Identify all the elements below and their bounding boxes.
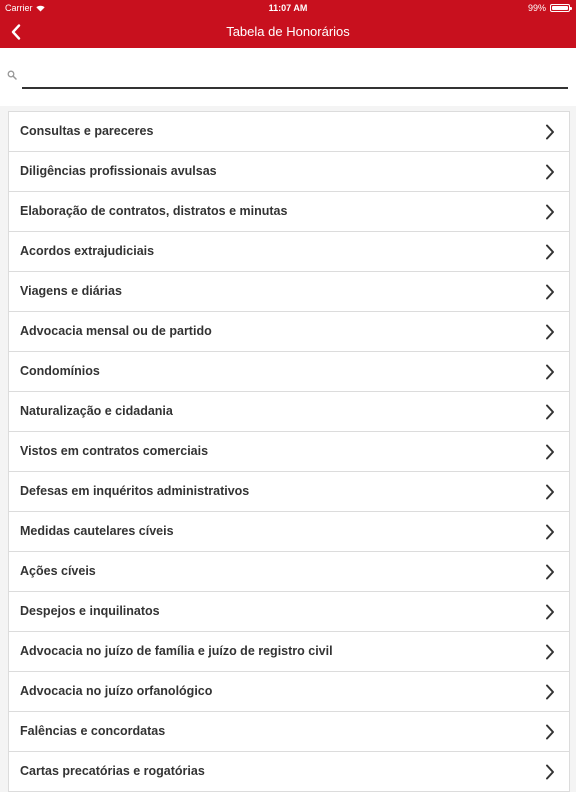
chevron-right-icon [546,204,554,220]
chevron-right-icon [546,524,554,540]
list-item[interactable]: Elaboração de contratos, distratos e min… [9,192,569,232]
list-item[interactable]: Despejos e inquilinatos [9,592,569,632]
chevron-right-icon [546,724,554,740]
list-item-label: Ações cíveis [20,564,96,578]
search-input[interactable] [22,62,568,89]
chevron-right-icon [546,684,554,700]
list-item-label: Medidas cautelares cíveis [20,524,174,538]
chevron-right-icon [546,124,554,140]
list-item-label: Acordos extrajudiciais [20,244,155,258]
list-item[interactable]: Diligências profissionais avulsas [9,152,569,192]
chevron-right-icon [546,444,554,460]
list-item[interactable]: Acordos extrajudiciais [9,232,569,272]
chevron-right-icon [546,604,554,620]
list-item-label: Advocacia no juízo orfanológico [20,684,213,698]
chevron-right-icon [546,564,554,580]
list-item-label: Advocacia mensal ou de partido [20,324,212,338]
list-item[interactable]: Viagens e diárias [9,272,569,312]
list-item[interactable]: Falências e concordatas [9,712,569,752]
list-item-label: Viagens e diárias [20,284,122,298]
chevron-right-icon [546,644,554,660]
list-item[interactable]: Advocacia no juízo orfanológico [9,672,569,712]
list-item[interactable]: Consultas e pareceres [9,112,569,152]
status-bar: Carrier 11:07 AM 99% [0,0,576,16]
search-icon [7,70,17,80]
chevron-right-icon [546,364,554,380]
list-item-label: Defesas em inquéritos administrativos [20,484,250,498]
list-item-label: Naturalização e cidadania [20,404,173,418]
list-item-label: Advocacia no juízo de família e juízo de… [20,644,333,658]
battery-percent: 99% [527,3,546,13]
search-bar [0,48,576,106]
list-item-label: Vistos em contratos comerciais [20,444,209,458]
chevron-right-icon [546,484,554,500]
chevron-right-icon [546,764,554,780]
chevron-right-icon [546,324,554,340]
list-item-label: Despejos e inquilinatos [20,604,160,618]
page-title: Tabela de Honorários [226,24,350,39]
list-item-label: Diligências profissionais avulsas [20,164,217,178]
list-item[interactable]: Vistos em contratos comerciais [9,432,569,472]
list-item[interactable]: Cartas precatórias e rogatórias [9,752,569,792]
list-item[interactable]: Defesas em inquéritos administrativos [9,472,569,512]
list-item[interactable]: Advocacia mensal ou de partido [9,312,569,352]
list-item-label: Consultas e pareceres [20,124,154,138]
status-time: 11:07 AM [268,3,308,13]
app-header: Carrier 11:07 AM 99% Tabela de Honorário… [0,0,576,48]
chevron-right-icon [546,244,554,260]
battery-icon [550,4,572,12]
chevron-right-icon [546,404,554,420]
list-item-label: Condomínios [20,364,100,378]
list-item[interactable]: Condomínios [9,352,569,392]
nav-bar: Tabela de Honorários [0,16,576,48]
chevron-right-icon [546,284,554,300]
list-item[interactable]: Medidas cautelares cíveis [9,512,569,552]
list-item-label: Falências e concordatas [20,724,166,738]
list-item[interactable]: Advocacia no juízo de família e juízo de… [9,632,569,672]
list-item[interactable]: Naturalização e cidadania [9,392,569,432]
battery-fill [552,6,568,10]
fee-category-list: Consultas e pareceres Diligências profis… [8,111,570,792]
battery-group: 99% [527,0,572,16]
chevron-right-icon [546,164,554,180]
list-item-label: Cartas precatórias e rogatórias [20,764,205,778]
list-item[interactable]: Ações cíveis [9,552,569,592]
list-item-label: Elaboração de contratos, distratos e min… [20,204,288,218]
